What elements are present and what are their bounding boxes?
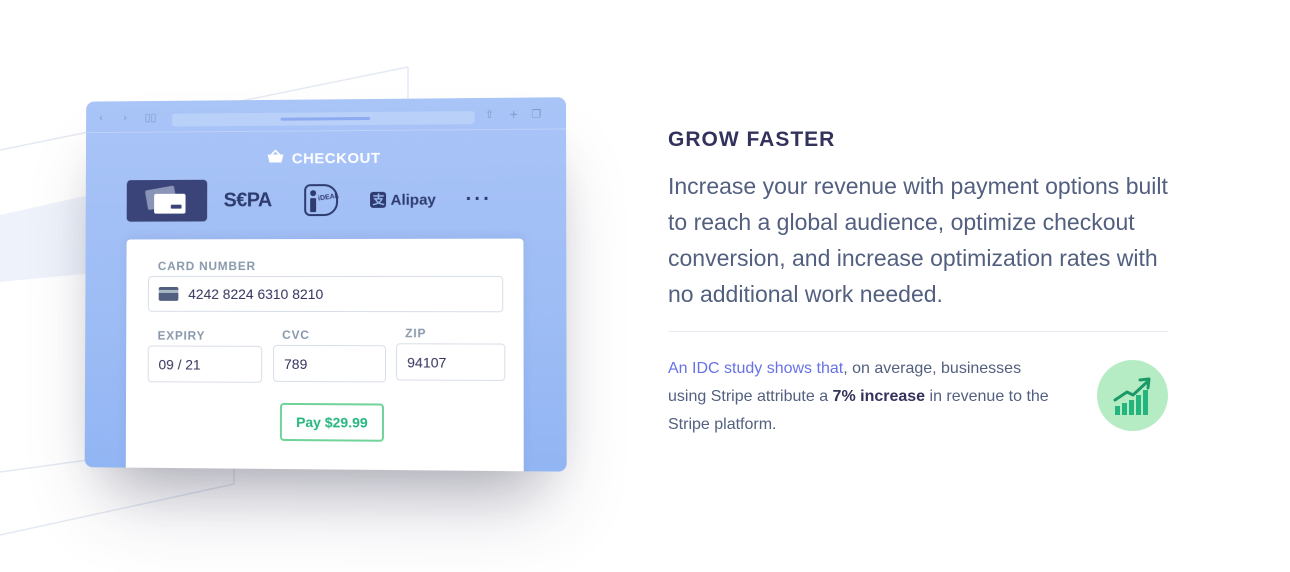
growth-chart-icon bbox=[1097, 360, 1168, 431]
payment-method-alipay[interactable]: 支 Alipay bbox=[368, 179, 438, 221]
checkout-title: CHECKOUT bbox=[292, 150, 381, 168]
browser-toolbar: ‹ › ▯▯ ⇧ + ❐ bbox=[86, 97, 566, 135]
card-number-value: 4242 8224 6310 8210 bbox=[188, 286, 323, 302]
more-methods-button[interactable]: ··· bbox=[459, 178, 500, 220]
payment-method-sepa[interactable]: S€PA bbox=[213, 179, 282, 221]
section-lead: Increase your revenue with payment optio… bbox=[668, 168, 1188, 312]
expiry-field[interactable]: 09 / 21 bbox=[148, 345, 263, 382]
card-number-label: CARD NUMBER bbox=[158, 259, 256, 273]
tabs-icon[interactable]: ❐ bbox=[531, 108, 541, 121]
credit-card-icon bbox=[159, 287, 179, 301]
note-highlight: 7% increase bbox=[833, 388, 926, 405]
idc-study-note: An IDC study shows that, on average, bus… bbox=[668, 355, 1058, 439]
payment-method-card[interactable] bbox=[127, 180, 208, 222]
cvc-label: CVC bbox=[282, 328, 310, 342]
basket-icon bbox=[266, 150, 284, 167]
zip-value: 94107 bbox=[407, 354, 446, 370]
section-eyebrow: GROW FASTER bbox=[668, 128, 835, 152]
alipay-icon: 支 bbox=[371, 192, 387, 208]
zip-field[interactable]: 94107 bbox=[396, 343, 505, 381]
bookmarks-icon[interactable]: ▯▯ bbox=[145, 111, 157, 124]
payment-form: CARD NUMBER 4242 8224 6310 8210 EXPIRY 0… bbox=[126, 239, 524, 472]
expiry-label: EXPIRY bbox=[158, 329, 206, 343]
divider bbox=[668, 331, 1168, 332]
alipay-label: Alipay bbox=[391, 191, 436, 208]
cvc-field[interactable]: 789 bbox=[273, 345, 386, 383]
pay-button[interactable]: Pay $29.99 bbox=[280, 403, 384, 442]
back-arrow-icon[interactable]: ‹ bbox=[99, 111, 103, 124]
card-number-field[interactable]: 4242 8224 6310 8210 bbox=[148, 276, 503, 312]
payment-method-ideal[interactable]: iDEAL bbox=[296, 179, 346, 221]
payment-methods: S€PA iDEAL 支 Alipay ··· bbox=[127, 178, 546, 222]
share-icon[interactable]: ⇧ bbox=[485, 108, 494, 121]
credit-card-icon bbox=[144, 186, 189, 216]
address-bar[interactable] bbox=[172, 111, 475, 126]
ideal-logo-icon: iDEAL bbox=[304, 184, 338, 216]
forward-arrow-icon[interactable]: › bbox=[123, 111, 127, 124]
idc-study-link[interactable]: An IDC study shows that bbox=[668, 360, 843, 377]
zip-label: ZIP bbox=[405, 326, 426, 340]
new-tab-icon[interactable]: + bbox=[509, 108, 518, 121]
checkout-browser-window: ‹ › ▯▯ ⇧ + ❐ CHECKOUT S€PA iDEAL 支 Alipa… bbox=[85, 97, 567, 471]
checkout-heading: CHECKOUT bbox=[86, 148, 566, 169]
expiry-value: 09 / 21 bbox=[158, 356, 200, 372]
cvc-value: 789 bbox=[284, 355, 307, 371]
